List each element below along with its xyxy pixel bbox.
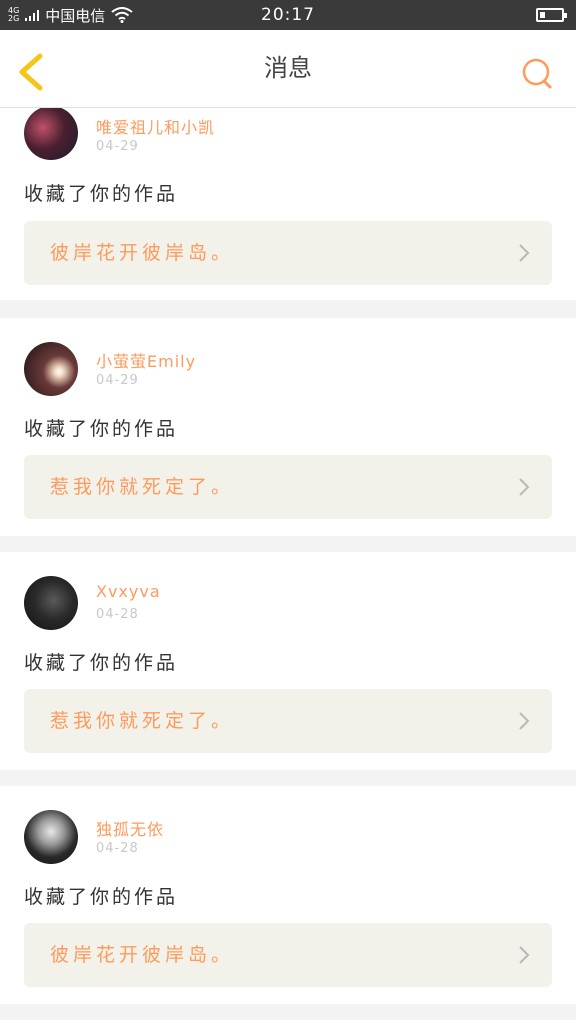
username[interactable]: Xvxyva <box>96 582 161 601</box>
work-link[interactable]: 惹我你就死定了。 <box>24 455 552 519</box>
work-link[interactable]: 彼岸花开彼岸岛。 <box>24 923 552 987</box>
work-title: 惹我你就死定了。 <box>50 476 235 498</box>
message-list[interactable]: 唯爱祖儿和小凯 04-29 收藏了你的作品 彼岸花开彼岸岛。 小萤萤Emily … <box>0 108 576 1024</box>
action-text: 收藏了你的作品 <box>24 652 179 674</box>
chevron-right-icon <box>519 244 530 262</box>
message-card: 小萤萤Emily 04-29 收藏了你的作品 惹我你就死定了。 <box>0 318 576 536</box>
work-link[interactable]: 彼岸花开彼岸岛。 <box>24 221 552 285</box>
action-text: 收藏了你的作品 <box>24 886 179 908</box>
work-link[interactable]: 惹我你就死定了。 <box>24 689 552 753</box>
message-date: 04-29 <box>96 139 139 154</box>
search-icon[interactable] <box>520 56 554 90</box>
nav-bar: 消息 <box>0 30 576 108</box>
chevron-right-icon <box>519 712 530 730</box>
work-title: 惹我你就死定了。 <box>50 710 235 732</box>
username[interactable]: 小萤萤Emily <box>96 348 196 372</box>
avatar[interactable] <box>24 342 78 396</box>
chevron-right-icon <box>519 946 530 964</box>
avatar[interactable] <box>24 810 78 864</box>
page-title: 消息 <box>264 54 312 82</box>
action-text: 收藏了你的作品 <box>24 418 179 440</box>
chevron-right-icon <box>519 478 530 496</box>
message-date: 04-28 <box>96 607 139 622</box>
message-card <box>0 1020 576 1024</box>
action-text: 收藏了你的作品 <box>24 183 179 205</box>
message-date: 04-29 <box>96 373 139 388</box>
work-title: 彼岸花开彼岸岛。 <box>50 242 235 264</box>
message-card: Xvxyva 04-28 收藏了你的作品 惹我你就死定了。 <box>0 552 576 770</box>
work-title: 彼岸花开彼岸岛。 <box>50 944 235 966</box>
avatar[interactable] <box>24 108 78 160</box>
battery-level <box>540 12 545 18</box>
battery-icon <box>536 8 567 22</box>
message-card: 独孤无依 04-28 收藏了你的作品 彼岸花开彼岸岛。 <box>0 786 576 1004</box>
back-button[interactable] <box>14 52 48 92</box>
username[interactable]: 唯爱祖儿和小凯 <box>96 114 215 138</box>
username[interactable]: 独孤无依 <box>96 816 164 840</box>
status-time: 20:17 <box>261 5 315 25</box>
message-date: 04-28 <box>96 841 139 856</box>
avatar[interactable] <box>24 576 78 630</box>
message-card: 唯爱祖儿和小凯 04-29 收藏了你的作品 彼岸花开彼岸岛。 <box>0 108 576 300</box>
status-bar: 4G 2G 中国电信 20:17 <box>0 0 576 30</box>
